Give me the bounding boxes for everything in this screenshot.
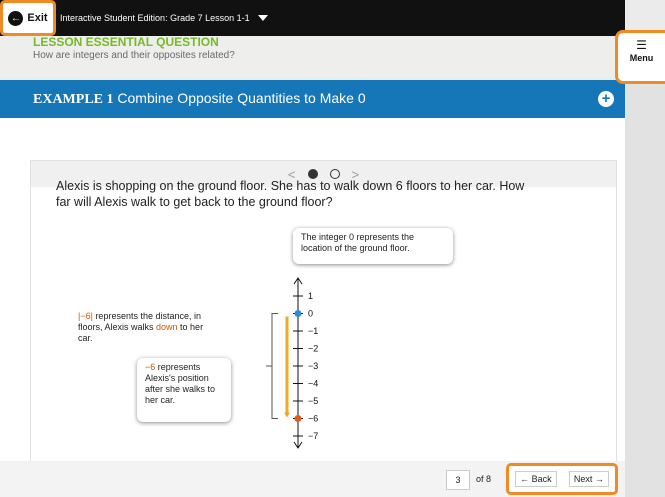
distance-arrowhead — [284, 412, 290, 418]
example-title-text: Combine Opposite Quantities to Make 0 — [117, 90, 366, 106]
zero-point — [294, 310, 302, 317]
number-line-group: 1 0 −1 −2 −3 −4 −5 −6 −7 — [266, 277, 318, 449]
tick-label: 1 — [308, 291, 313, 301]
zero-callout: The integer 0 represents the location of… — [293, 228, 453, 264]
nav-button-group: ← Back Next → — [506, 463, 618, 495]
page-number-input[interactable]: 3 — [446, 470, 470, 490]
distance-annotation: |−6| represents the distance, in floors,… — [78, 311, 218, 344]
tick-label: −3 — [308, 361, 318, 371]
edition-title: Interactive Student Edition: Grade 7 Les… — [60, 13, 250, 23]
example-prefix: EXAMPLE 1 — [33, 92, 114, 107]
tick-label: −2 — [308, 344, 318, 354]
tick-label: −4 — [308, 379, 318, 389]
tick-label: 0 — [308, 309, 313, 319]
example-title: EXAMPLE 1 Combine Opposite Quantities to… — [33, 90, 366, 108]
tick-label: −6 — [308, 414, 318, 424]
neg6-value: −6 — [145, 362, 156, 372]
abs-value-text: |−6| — [78, 311, 93, 321]
next-button[interactable]: Next → — [568, 471, 609, 487]
content-area: < > Alexis is shopping on the ground flo… — [0, 118, 625, 497]
example-header: EXAMPLE 1 Combine Opposite Quantities to… — [0, 80, 625, 118]
neg6-callout: −6 represents Alexis's position after sh… — [137, 358, 231, 422]
edition-dropdown[interactable]: Interactive Student Edition: Grade 7 Les… — [60, 0, 268, 36]
essential-question-panel: LESSON ESSENTIAL QUESTION How are intege… — [0, 35, 625, 78]
essential-question-text: How are integers and their opposites rel… — [33, 50, 235, 61]
right-side-panel — [625, 84, 665, 497]
bottom-bar: 3 of 8 ← Back Next → — [0, 461, 625, 497]
tick-label: −7 — [308, 431, 318, 441]
menu-label: Menu — [629, 53, 654, 63]
page-total: of 8 — [476, 474, 492, 484]
neg6-text: represents Alexis's position after she w… — [145, 362, 216, 405]
exit-button[interactable]: ← Exit — [0, 0, 56, 36]
number-line: 1 0 −1 −2 −3 −4 −5 −6 −7 — [266, 277, 318, 449]
arrow-left-circle-icon: ← — [8, 10, 24, 26]
back-button[interactable]: ← Back — [515, 471, 557, 487]
essential-question-title: LESSON ESSENTIAL QUESTION — [33, 35, 219, 49]
menu-button[interactable]: ☰ Menu — [615, 30, 665, 84]
exit-label: Exit — [27, 12, 48, 24]
hamburger-icon: ☰ — [636, 38, 647, 52]
tick-label: −1 — [308, 326, 318, 336]
expand-plus-icon[interactable]: + — [598, 91, 614, 107]
distance-bracket — [271, 313, 278, 419]
tick-label: −5 — [308, 396, 318, 406]
neg6-point — [294, 415, 302, 422]
top-bar: ← Exit Interactive Student Edition: Grad… — [0, 0, 625, 36]
caret-down-icon — [257, 15, 268, 21]
annotation-down: down — [156, 322, 178, 332]
